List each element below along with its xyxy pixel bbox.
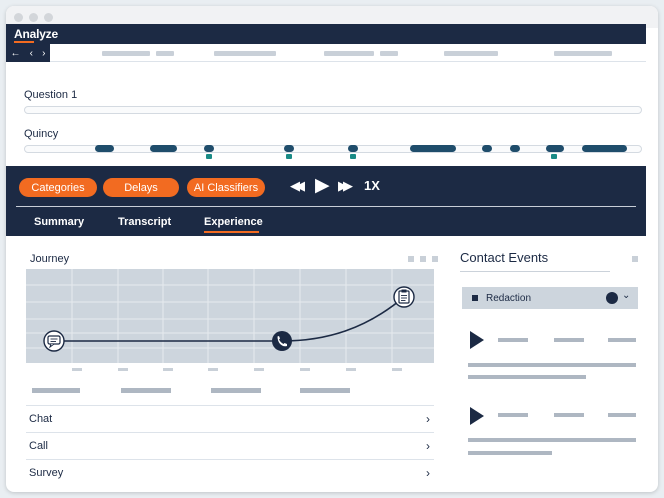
play-icon[interactable]: ▶	[315, 176, 330, 196]
axis-tick	[72, 368, 82, 371]
list-item-label: Survey	[29, 467, 64, 479]
app-header: Analyze	[6, 24, 646, 44]
menu-dot[interactable]	[420, 256, 426, 262]
event-placeholder-bar	[608, 338, 636, 342]
list-item-label: Call	[29, 440, 48, 452]
play-event-icon[interactable]	[470, 407, 484, 425]
active-tab-indicator	[204, 231, 259, 233]
tab-summary[interactable]: Summary	[34, 216, 84, 228]
question-label: Question 1	[24, 89, 78, 101]
redaction-square-icon	[472, 295, 478, 301]
placeholder-bar	[156, 51, 174, 56]
fast-forward-icon[interactable]: ▶▶	[338, 176, 353, 196]
chevron-down-icon: ⌄	[622, 290, 631, 301]
menu-dot[interactable]	[632, 256, 638, 262]
placeholder-bar	[444, 51, 498, 56]
filter-ai-classifiers-button[interactable]: AI Classifiers	[187, 178, 265, 197]
event-placeholder-bar	[498, 413, 528, 417]
list-item-label: Chat	[29, 413, 53, 425]
event-marker[interactable]	[206, 154, 212, 159]
contact-events-title: Contact Events	[460, 250, 549, 265]
journey-chart	[26, 269, 434, 363]
speaker-label: Quincy	[24, 128, 59, 140]
window-maximize-dot[interactable]	[44, 12, 53, 22]
phone-icon[interactable]	[272, 331, 292, 351]
tab-experience[interactable]: Experience	[204, 216, 263, 228]
chevron-right-icon: ›	[426, 466, 430, 480]
rewind-icon[interactable]: ◀◀	[290, 176, 305, 196]
player-panel: Categories Delays AI Classifiers ◀◀ ▶ ▶▶…	[6, 166, 646, 236]
speech-segment[interactable]	[410, 145, 456, 152]
speech-segment[interactable]	[546, 145, 564, 152]
speech-segment[interactable]	[284, 145, 294, 152]
legend-placeholder	[211, 388, 261, 393]
speech-segment[interactable]	[150, 145, 177, 152]
legend-placeholder	[32, 388, 80, 393]
play-event-icon[interactable]	[470, 331, 484, 349]
speech-segment[interactable]	[510, 145, 520, 152]
axis-tick	[300, 368, 310, 371]
redaction-filter-dropdown[interactable]: Redaction ⌄	[462, 287, 638, 309]
chevron-right-icon[interactable]: ›	[42, 48, 45, 59]
placeholder-bar	[380, 51, 398, 56]
event-placeholder-bar	[608, 413, 636, 417]
question-track[interactable]	[24, 106, 642, 114]
legend-placeholder	[300, 388, 350, 393]
axis-tick	[254, 368, 264, 371]
event-placeholder-bar	[468, 363, 636, 367]
placeholder-bar	[554, 51, 612, 56]
event-marker[interactable]	[286, 154, 292, 159]
app-title: Analyze	[14, 27, 58, 41]
player-divider	[16, 206, 636, 207]
contact-events-divider	[460, 271, 610, 272]
playback-speed[interactable]: 1X	[364, 178, 380, 193]
event-marker[interactable]	[551, 154, 557, 159]
event-marker[interactable]	[350, 154, 356, 159]
event-placeholder-bar	[468, 438, 636, 442]
placeholder-bar	[324, 51, 374, 56]
axis-tick	[118, 368, 128, 371]
list-item-survey[interactable]: Survey ›	[26, 459, 434, 486]
placeholder-bar	[214, 51, 276, 56]
event-placeholder-bar	[468, 451, 552, 455]
list-item-chat[interactable]: Chat ›	[26, 405, 434, 432]
legend-placeholder	[121, 388, 171, 393]
app-title-underline	[14, 41, 34, 43]
list-item-call[interactable]: Call ›	[26, 432, 434, 459]
menu-dot[interactable]	[408, 256, 414, 262]
filter-categories-button[interactable]: Categories	[19, 178, 97, 197]
redaction-label: Redaction	[486, 292, 532, 304]
speech-segment[interactable]	[582, 145, 627, 152]
tab-transcript[interactable]: Transcript	[118, 216, 171, 228]
nav-buttons: ← ‹ ›	[6, 44, 50, 62]
window-close-dot[interactable]	[14, 12, 23, 22]
event-placeholder-bar	[498, 338, 528, 342]
placeholder-bar	[102, 51, 150, 56]
event-placeholder-bar	[468, 375, 586, 379]
status-dot-icon	[606, 292, 618, 304]
navigation-bar: ← ‹ ›	[6, 44, 646, 62]
chevron-right-icon: ›	[426, 412, 430, 426]
clipboard-icon[interactable]	[393, 286, 415, 308]
menu-dot[interactable]	[432, 256, 438, 262]
axis-tick	[392, 368, 402, 371]
speech-segment[interactable]	[95, 145, 114, 152]
event-placeholder-bar	[554, 338, 584, 342]
chat-bubble-icon[interactable]	[43, 330, 65, 352]
event-placeholder-bar	[554, 413, 584, 417]
axis-tick	[208, 368, 218, 371]
axis-tick	[346, 368, 356, 371]
speech-segment[interactable]	[348, 145, 358, 152]
journey-title: Journey	[30, 253, 70, 265]
axis-tick	[163, 368, 173, 371]
journey-chart-background	[26, 269, 434, 363]
filter-delays-button[interactable]: Delays	[103, 178, 179, 197]
arrow-left-icon[interactable]: ←	[11, 48, 21, 59]
chevron-left-icon[interactable]: ‹	[30, 48, 33, 59]
window-minimize-dot[interactable]	[29, 12, 38, 22]
chevron-right-icon: ›	[426, 439, 430, 453]
speech-segment[interactable]	[482, 145, 492, 152]
speech-segment[interactable]	[204, 145, 214, 152]
